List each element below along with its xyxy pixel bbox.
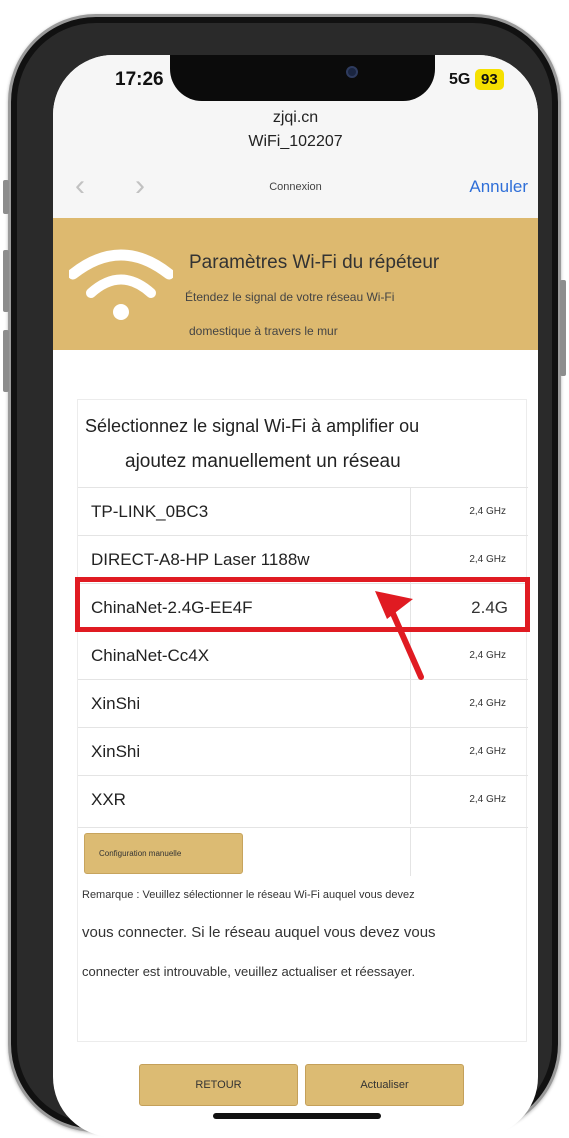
network-row[interactable]: XinShi 2,4 GHz <box>78 679 528 728</box>
network-band: 2,4 GHz <box>469 698 506 709</box>
cancel-button[interactable]: Annuler <box>469 177 528 197</box>
banner-title: Paramètres Wi-Fi du répéteur <box>189 252 440 273</box>
network-row[interactable]: XinShi 2,4 GHz <box>78 727 528 776</box>
network-name: XinShi <box>91 694 141 713</box>
back-button[interactable]: RETOUR <box>139 1064 298 1106</box>
network-band: 2,4 GHz <box>469 506 506 517</box>
network-name: ChinaNet-Cc4X <box>91 646 210 665</box>
network-name: TP-LINK_0BC3 <box>91 502 209 521</box>
volume-down-button <box>3 330 9 392</box>
network-row[interactable]: ChinaNet-Cc4X 2,4 GHz <box>78 631 528 680</box>
site-ssid: WiFi_102207 <box>248 133 343 150</box>
selection-highlight <box>75 577 530 632</box>
arrow-annotation <box>375 591 424 680</box>
home-indicator[interactable] <box>213 1113 381 1119</box>
network-name: XinShi <box>91 742 141 761</box>
banner-subtitle: Étendez le signal de votre réseau Wi-Fi <box>185 290 395 304</box>
mute-switch <box>3 180 9 214</box>
volume-up-button <box>3 250 9 312</box>
network-band: 2,4 GHz <box>469 554 506 565</box>
nav-title: Connexion <box>269 181 322 193</box>
network-name: XXR <box>91 790 126 809</box>
banner: Paramètres Wi-Fi du répéteur Étendez le … <box>53 218 538 350</box>
network-panel: Sélectionnez le signal Wi-Fi à amplifier… <box>77 399 528 1042</box>
network-name: DIRECT-A8-HP Laser 1188w <box>91 550 310 569</box>
camera-icon <box>346 66 358 78</box>
wifi-icon <box>69 249 173 320</box>
network-row[interactable]: TP-LINK_0BC3 2,4 GHz <box>78 487 528 536</box>
network-band-cell: 2,4 GHz <box>410 728 528 776</box>
network-row[interactable]: XXR 2,4 GHz <box>78 775 528 824</box>
manual-config-row: Configuration manuelle <box>78 827 528 876</box>
network-band: 2,4 GHz <box>469 746 506 757</box>
network-band-cell: 2,4 GHz <box>410 680 528 728</box>
divider <box>410 828 411 876</box>
refresh-button[interactable]: Actualiser <box>305 1064 464 1106</box>
notch <box>170 55 435 101</box>
network-band-cell: 2,4 GHz <box>410 776 528 824</box>
network-row[interactable]: DIRECT-A8-HP Laser 1188w 2,4 GHz <box>78 535 528 584</box>
note-text: vous connecter. Si le réseau auquel vous… <box>82 924 436 941</box>
network-band-cell: 2,4 GHz <box>410 488 528 536</box>
note-text: connecter est introuvable, veuillez actu… <box>82 964 416 979</box>
network-band: 2,4 GHz <box>469 794 506 805</box>
panel-heading: Sélectionnez le signal Wi-Fi à amplifier… <box>85 416 420 436</box>
site-url: zjqi.cn <box>272 109 319 126</box>
screen: 17:26 5G 93 zjqi.cn WiFi_102207 ‹ › Conn… <box>53 55 538 1137</box>
battery-badge: 93 <box>475 69 504 90</box>
panel-heading-continued: ajoutez manuellement un réseau <box>125 451 401 472</box>
phone-frame: 17:26 5G 93 zjqi.cn WiFi_102207 ‹ › Conn… <box>8 14 561 1137</box>
status-time: 17:26 <box>115 69 164 90</box>
status-network: 5G <box>449 71 471 88</box>
manual-config-button[interactable]: Configuration manuelle <box>84 833 243 874</box>
banner-subtitle-continued: domestique à travers le mur <box>189 324 338 338</box>
power-button <box>560 280 566 376</box>
network-band: 2,4 GHz <box>469 650 506 661</box>
note-text: Remarque : Veuillez sélectionner le rése… <box>82 889 415 901</box>
